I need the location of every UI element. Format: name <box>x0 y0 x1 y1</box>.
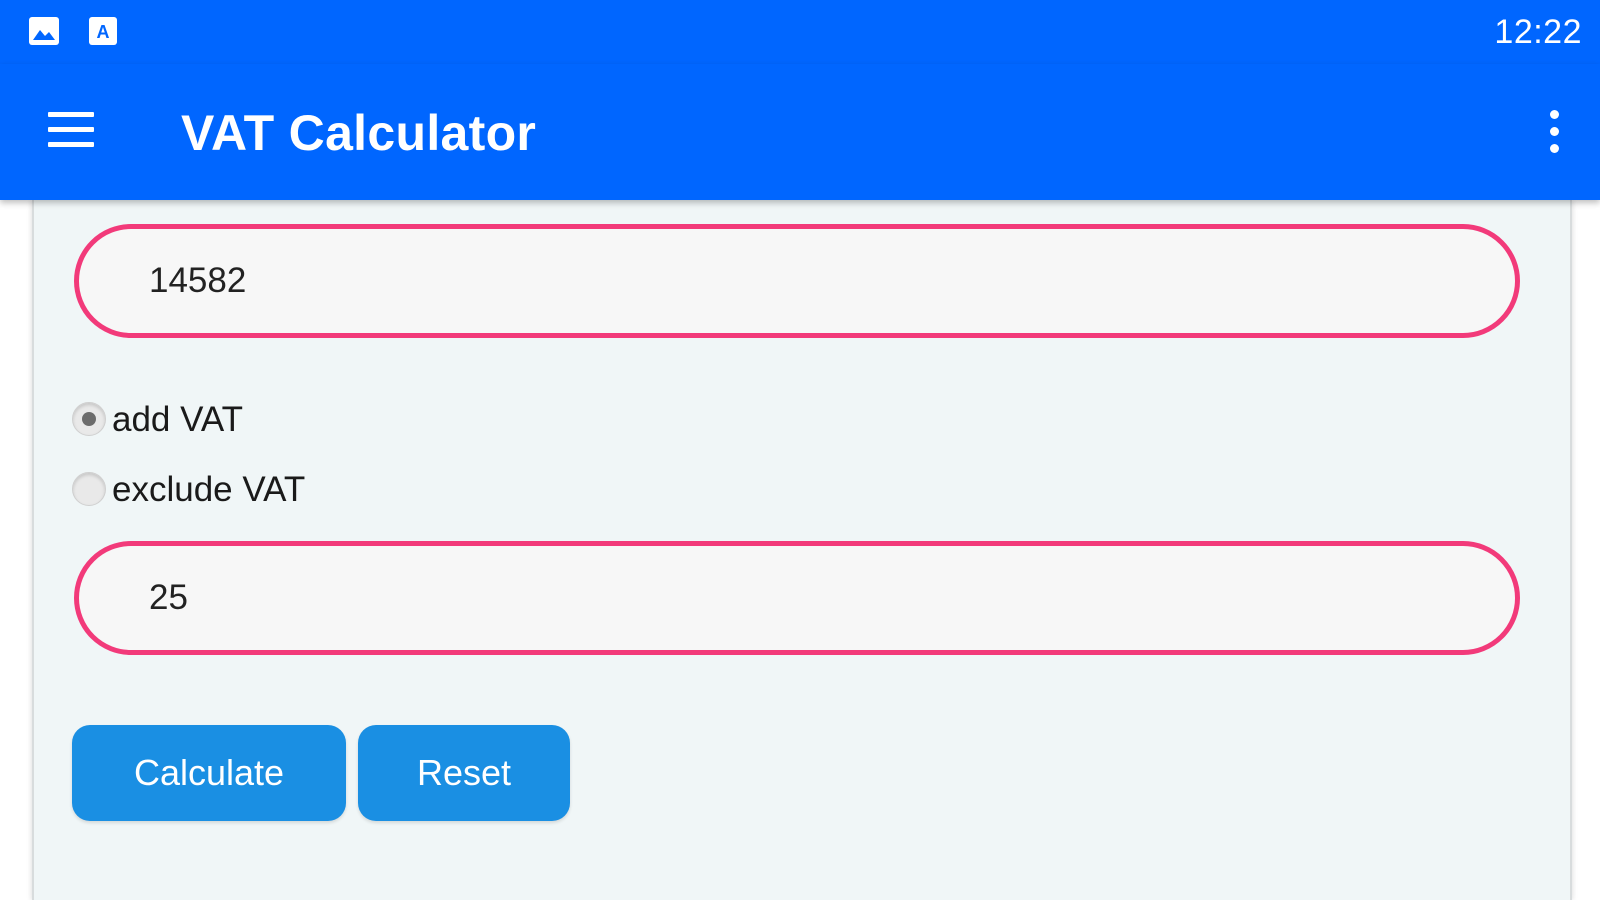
calculator-form: add VAT exclude VAT Calculate Reset <box>32 200 1572 900</box>
radio-add-vat[interactable]: add VAT <box>72 400 332 444</box>
vat-rate-input[interactable] <box>74 541 1520 655</box>
radio-label-add-vat: add VAT <box>112 400 243 439</box>
amount-input[interactable] <box>74 224 1520 338</box>
radio-exclude-vat[interactable]: exclude VAT <box>72 470 392 514</box>
image-icon <box>29 17 59 45</box>
radio-button-checked[interactable] <box>72 402 106 436</box>
more-vertical-icon[interactable] <box>1534 104 1574 160</box>
calculate-button[interactable]: Calculate <box>72 725 346 821</box>
reset-button[interactable]: Reset <box>358 725 570 821</box>
status-time: 12:22 <box>1494 13 1582 51</box>
app-bar: VAT Calculator <box>0 64 1600 200</box>
app-title: VAT Calculator <box>181 105 537 161</box>
radio-button-unchecked[interactable] <box>72 472 106 506</box>
status-bar: A 12:22 <box>0 0 1600 64</box>
svg-text:A: A <box>97 22 110 42</box>
radio-label-exclude-vat: exclude VAT <box>112 470 306 509</box>
hamburger-menu-icon[interactable] <box>40 102 102 158</box>
text-a-icon: A <box>89 17 117 45</box>
